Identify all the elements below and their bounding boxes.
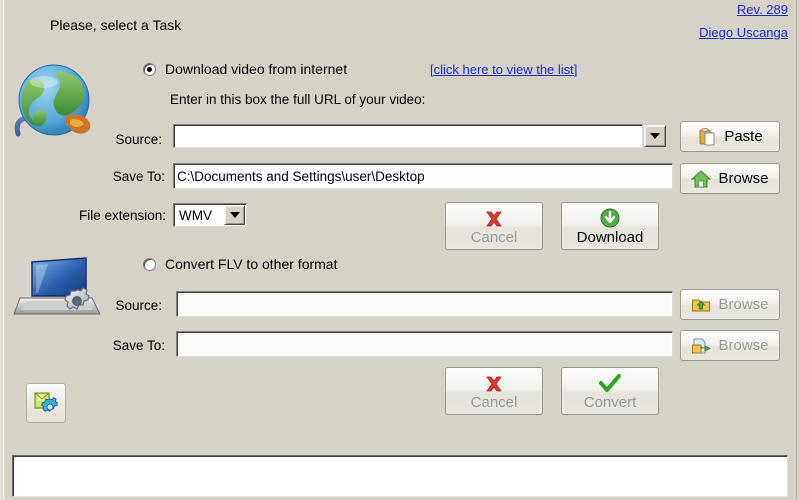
download-button-label: Download [576,228,644,246]
convert-cancel-label: Cancel [470,393,518,411]
file-extension-dropdown-button[interactable] [224,205,245,225]
download-browse-label: Browse [718,170,769,187]
folder-up-arrow-icon [691,295,711,315]
chevron-down-icon [650,133,660,139]
window-border-left-outer [0,0,2,500]
convert-browse-source-label: Browse [718,296,769,313]
radio-download-video[interactable]: Download video from internet [143,61,347,77]
settings-button[interactable] [26,383,66,423]
convert-browse-saveto-button[interactable]: Browse [680,330,780,361]
download-browse-button[interactable]: Browse [680,163,780,194]
laptop-gear-icon [8,252,104,336]
download-button[interactable]: Download [561,202,659,250]
application-window: Please, select a Task Rev. 289 Diego Usc… [0,0,800,500]
convert-source-input[interactable] [176,291,673,317]
convert-button[interactable]: Convert [561,367,659,415]
download-source-label: Source: [115,132,162,147]
convert-source-label: Source: [115,298,162,313]
download-source-input[interactable] [173,124,643,148]
convert-saveto-label: Save To: [112,338,165,353]
download-saveto-input[interactable]: C:\Documents and Settings\user\Desktop [173,163,673,189]
radio-convert-label: Convert FLV to other format [165,256,338,272]
download-saveto-label: Save To: [112,169,165,184]
download-cancel-label: Cancel [470,228,518,246]
radio-download-label: Download video from internet [165,61,348,77]
green-download-arrow-icon [598,208,622,230]
green-home-icon [691,169,712,189]
convert-cancel-button[interactable]: Cancel [445,367,543,415]
log-output-textarea[interactable] [12,455,788,497]
convert-browse-saveto-label: Browse [718,337,769,354]
red-x-icon [482,373,506,395]
window-border-right [796,0,800,500]
url-hint-label: Enter in this box the full URL of your v… [170,92,426,107]
view-list-link[interactable]: [click here to view the list] [430,62,577,77]
download-source-dropdown-button[interactable] [644,125,666,147]
revision-link[interactable]: Rev. 289 [737,2,788,17]
settings-icon [34,392,58,412]
page-title: Please, select a Task [50,17,182,33]
author-link[interactable]: Diego Uscanga [699,25,788,40]
green-check-icon [598,373,622,395]
file-extension-value: WMV [179,207,212,223]
chevron-down-icon [229,212,240,218]
convert-button-label: Convert [583,393,637,411]
download-cancel-button[interactable]: Cancel [445,202,543,250]
convert-browse-source-button[interactable]: Browse [680,289,780,320]
radio-convert-flv[interactable]: Convert FLV to other format [143,256,337,272]
radio-convert-indicator[interactable] [143,257,156,271]
paste-button-label: Paste [724,128,763,145]
clipboard-icon [697,127,717,147]
paste-button[interactable]: Paste [680,121,780,152]
file-extension-label: File extension: [78,208,166,223]
radio-download-indicator[interactable] [143,62,156,76]
convert-saveto-input[interactable] [176,331,673,357]
file-export-icon [691,336,712,356]
red-x-icon [482,208,506,230]
window-border-left [3,0,4,500]
